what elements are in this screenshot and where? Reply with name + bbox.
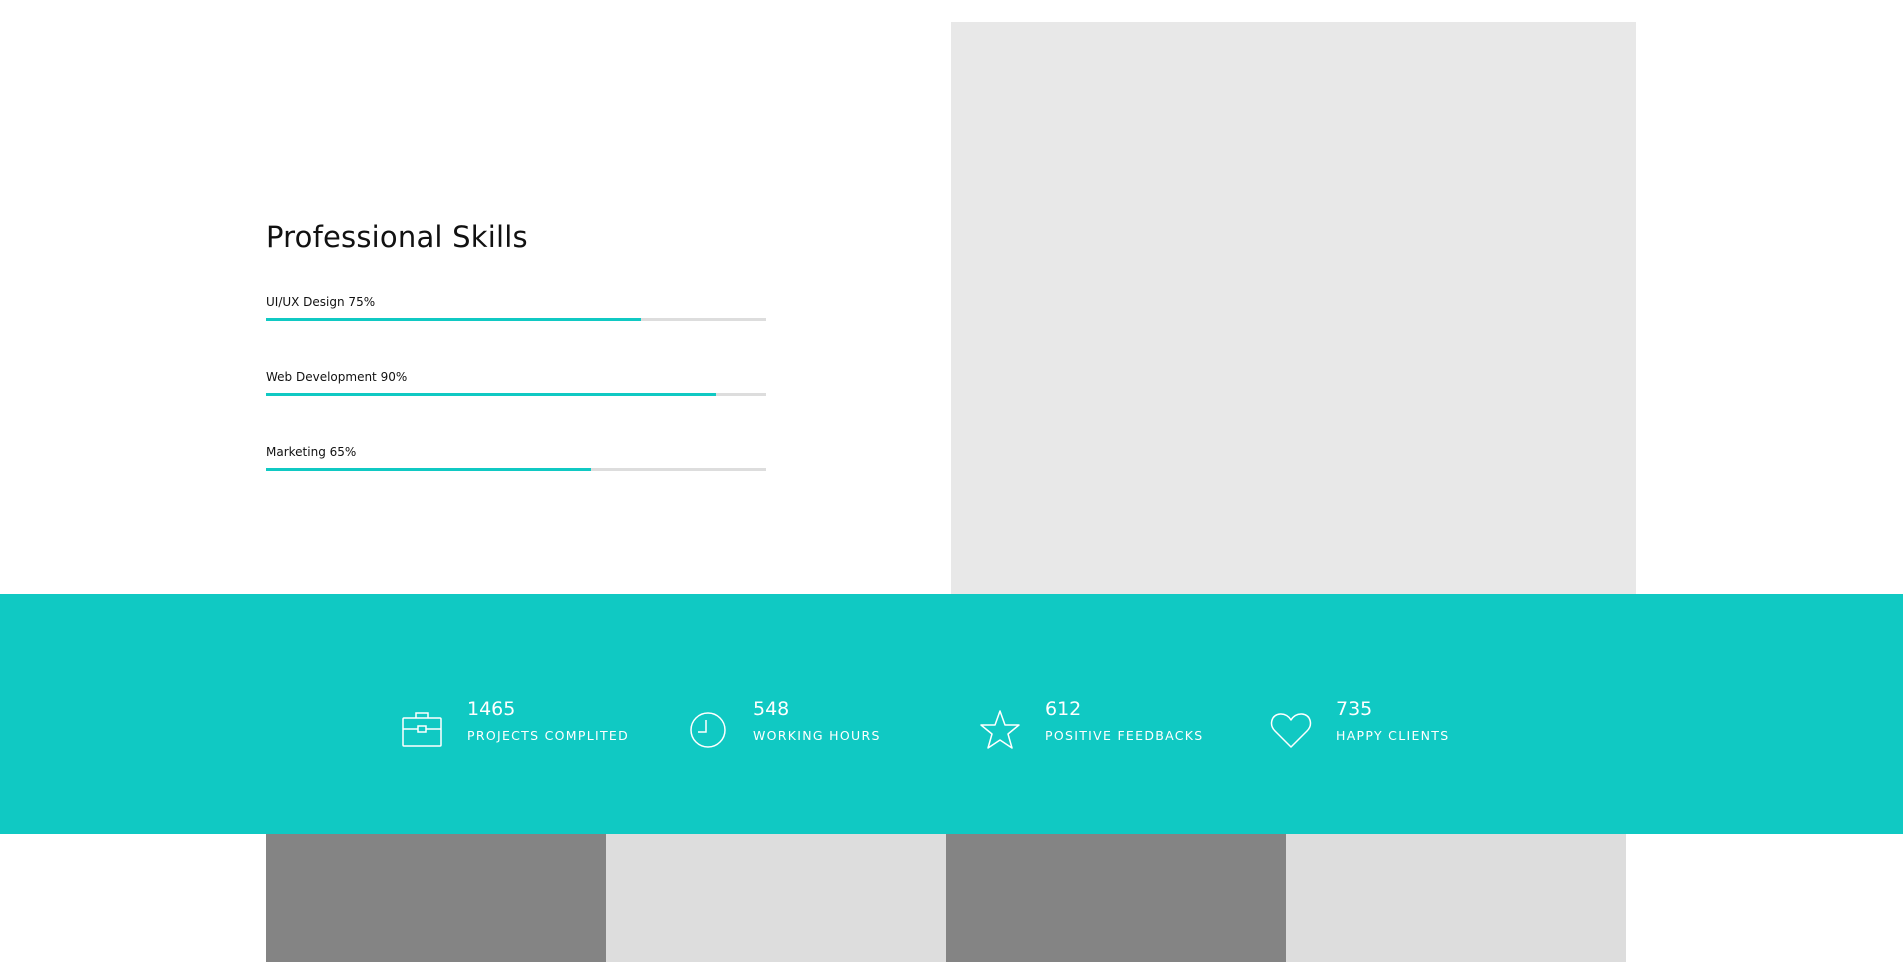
- skill-label: UI/UX Design 75%: [266, 295, 376, 309]
- portfolio-tile[interactable]: [606, 834, 946, 962]
- stat-number: 1465: [467, 698, 516, 720]
- portfolio-tile[interactable]: [946, 834, 1286, 962]
- skill-progress-track: [266, 468, 766, 471]
- skill-progress-track: [266, 318, 766, 321]
- briefcase-icon: [400, 708, 444, 752]
- skills-title: Professional Skills: [266, 220, 528, 254]
- portfolio-tiles: [266, 834, 1628, 962]
- skill-item-web-development: Web Development 90%: [266, 369, 766, 444]
- skill-label: Web Development 90%: [266, 370, 408, 384]
- stat-caption: PROJECTS COMPLITED: [467, 728, 630, 743]
- skill-progress-fill: [266, 468, 591, 471]
- image-placeholder: [951, 22, 1636, 594]
- portfolio-tile[interactable]: [1286, 834, 1626, 962]
- portfolio-tile[interactable]: [266, 834, 606, 962]
- skill-item-marketing: Marketing 65%: [266, 444, 766, 519]
- star-icon: [978, 708, 1022, 752]
- stat-caption: POSITIVE FEEDBACKS: [1045, 728, 1204, 743]
- clock-icon: [686, 708, 730, 752]
- skill-list: UI/UX Design 75% Web Development 90% Mar…: [266, 294, 766, 519]
- stat-number: 548: [753, 698, 790, 720]
- skill-progress-fill: [266, 393, 716, 396]
- skill-item-uiux: UI/UX Design 75%: [266, 294, 766, 369]
- skill-progress-fill: [266, 318, 641, 321]
- stats-band: 1465 PROJECTS COMPLITED 548 WORKING HOUR…: [0, 594, 1903, 834]
- heart-icon: [1269, 708, 1313, 752]
- stat-number: 612: [1045, 698, 1082, 720]
- stat-caption: HAPPY CLIENTS: [1336, 728, 1450, 743]
- skill-progress-track: [266, 393, 766, 396]
- skills-section: Professional Skills UI/UX Design 75% Web…: [266, 220, 766, 519]
- stat-caption: WORKING HOURS: [753, 728, 881, 743]
- stat-number: 735: [1336, 698, 1373, 720]
- skill-label: Marketing 65%: [266, 445, 357, 459]
- page: Professional Skills UI/UX Design 75% Web…: [0, 0, 1903, 962]
